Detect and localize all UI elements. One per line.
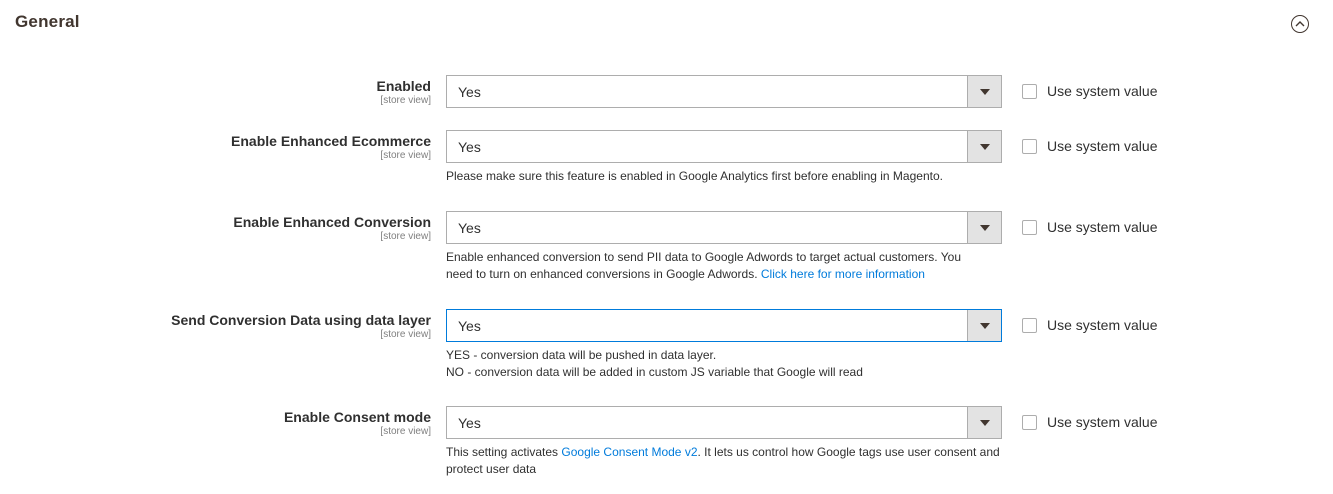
scope-label: [store view] — [380, 426, 431, 437]
enhanced-ecommerce-select[interactable]: Yes — [446, 130, 1002, 163]
note-line: YES - conversion data will be pushed in … — [446, 348, 717, 362]
more-information-link[interactable]: Click here for more information — [761, 267, 925, 281]
select-value: Yes — [458, 415, 481, 431]
dropdown-arrow-icon — [967, 76, 1001, 107]
enhanced-conversion-select[interactable]: Yes — [446, 211, 1002, 244]
use-system-value-label: Use system value — [1047, 414, 1158, 430]
chevron-up-icon — [1295, 21, 1305, 27]
use-system-value-label: Use system value — [1047, 138, 1158, 154]
field-note: YES - conversion data will be pushed in … — [446, 347, 1006, 380]
field-label: Enable Enhanced Conversion — [233, 214, 431, 230]
scope-label: [store view] — [380, 150, 431, 161]
collapse-section-button[interactable] — [1291, 15, 1309, 33]
field-note: Please make sure this feature is enabled… — [446, 169, 943, 183]
checkbox[interactable] — [1022, 220, 1037, 235]
section-title: General — [15, 12, 80, 31]
select-value: Yes — [458, 139, 481, 155]
scope-label: [store view] — [380, 95, 431, 106]
dropdown-arrow-icon — [967, 407, 1001, 438]
field-label: Enable Enhanced Ecommerce — [231, 133, 431, 149]
use-system-value-label: Use system value — [1047, 317, 1158, 333]
field-note: Enable enhanced conversion to send PII d… — [446, 249, 991, 282]
enabled-select[interactable]: Yes — [446, 75, 1002, 108]
dropdown-arrow-icon — [967, 310, 1001, 341]
select-value: Yes — [458, 220, 481, 236]
checkbox[interactable] — [1022, 415, 1037, 430]
field-note: This setting activates Google Consent Mo… — [446, 444, 1001, 477]
select-value: Yes — [458, 318, 481, 334]
checkbox[interactable] — [1022, 318, 1037, 333]
use-system-value-label: Use system value — [1047, 219, 1158, 235]
note-text: This setting activates — [446, 445, 559, 459]
select-value: Yes — [458, 84, 481, 100]
field-label: Send Conversion Data using data layer — [171, 312, 431, 328]
dropdown-arrow-icon — [967, 212, 1001, 243]
scope-label: [store view] — [380, 231, 431, 242]
use-system-value-label: Use system value — [1047, 83, 1158, 99]
checkbox[interactable] — [1022, 139, 1037, 154]
consent-mode-link[interactable]: Google Consent Mode v2 — [561, 445, 697, 459]
consent-mode-select[interactable]: Yes — [446, 406, 1002, 439]
dropdown-arrow-icon — [967, 131, 1001, 162]
field-label: Enable Consent mode — [283, 409, 431, 425]
conversion-data-layer-select[interactable]: Yes — [446, 309, 1002, 342]
checkbox[interactable] — [1022, 84, 1037, 99]
field-label: Enabled — [376, 78, 431, 94]
note-line: NO - conversion data will be added in cu… — [446, 364, 863, 379]
scope-label: [store view] — [380, 329, 431, 340]
